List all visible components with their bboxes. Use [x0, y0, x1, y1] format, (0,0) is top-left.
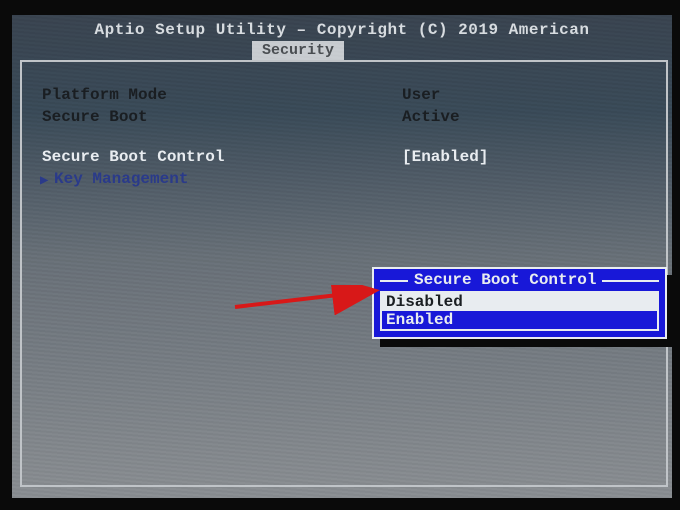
tab-row: Security	[12, 41, 672, 60]
secure-boot-control-popup: Secure Boot Control Disabled Enabled	[372, 267, 667, 339]
secure-boot-control-label: Secure Boot Control	[42, 148, 402, 166]
popup-option-disabled[interactable]: Disabled	[382, 293, 657, 311]
popup-option-enabled[interactable]: Enabled	[382, 311, 657, 329]
field-secure-boot: Secure Boot Active	[42, 108, 646, 126]
menu-key-management[interactable]: ▶ Key Management	[42, 170, 646, 188]
field-platform-mode: Platform Mode User	[42, 86, 646, 104]
key-management-label: Key Management	[42, 170, 402, 188]
popup-title: Secure Boot Control	[408, 271, 602, 289]
secure-boot-control-value: [Enabled]	[402, 148, 488, 166]
platform-mode-value: User	[402, 86, 440, 104]
utility-title: Aptio Setup Utility – Copyright (C) 2019…	[12, 15, 672, 41]
tab-security[interactable]: Security	[252, 41, 344, 60]
secure-boot-label: Secure Boot	[42, 108, 402, 126]
secure-boot-value: Active	[402, 108, 460, 126]
platform-mode-label: Platform Mode	[42, 86, 402, 104]
field-secure-boot-control[interactable]: Secure Boot Control [Enabled]	[42, 148, 646, 166]
submenu-arrow-icon: ▶	[40, 172, 48, 189]
